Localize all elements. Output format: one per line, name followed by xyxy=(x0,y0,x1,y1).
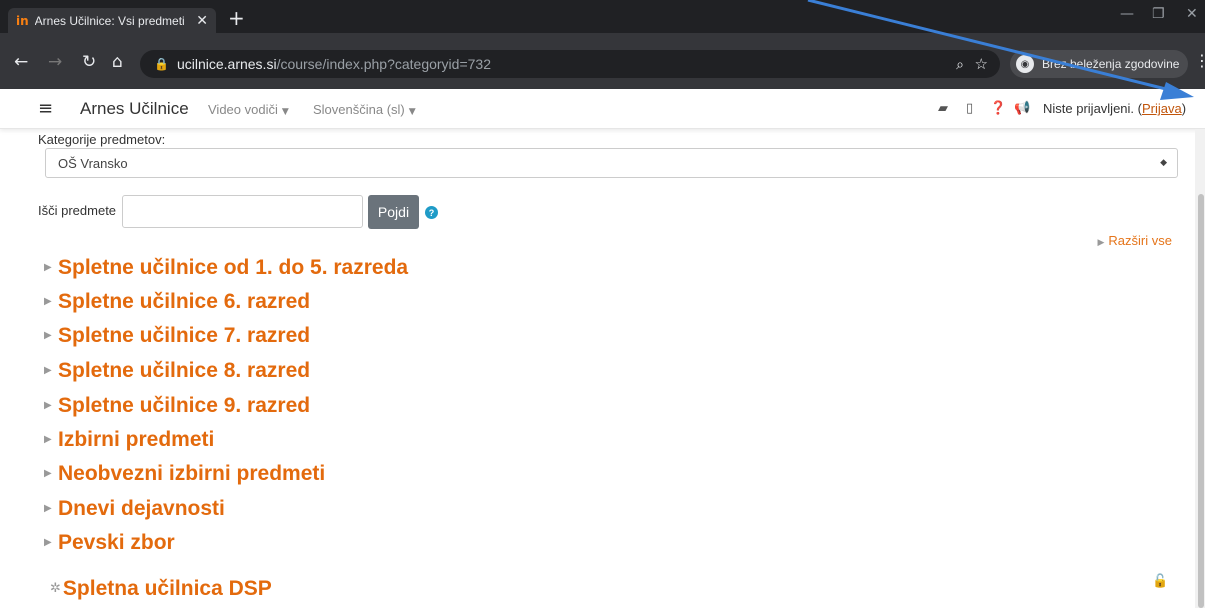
go-button[interactable]: Pojdi xyxy=(368,195,419,229)
triangle-right-icon: ▶ xyxy=(44,330,52,341)
moodle-favicon-icon: in xyxy=(16,13,29,28)
triangle-right-icon: ▶ xyxy=(44,262,52,273)
category-item[interactable]: ▶ Dnevi dejavnosti xyxy=(44,497,225,521)
category-name: Neobvezni izbirni predmeti xyxy=(58,462,326,485)
mobile-icon[interactable]: ▯ xyxy=(966,101,973,116)
expand-all-label: Razširi vse xyxy=(1108,233,1172,248)
close-tab-icon[interactable]: ✕ xyxy=(196,12,208,29)
caret-down-icon: ▼ xyxy=(408,107,416,117)
category-name: Spletne učilnice 6. razred xyxy=(58,290,311,313)
address-bar[interactable]: 🔒 ucilnice.arnes.si /course/index.php?ca… xyxy=(140,50,1000,78)
home-icon[interactable]: ⌂ xyxy=(112,52,123,72)
hamburger-menu-icon[interactable]: ≡ xyxy=(38,98,53,119)
category-item[interactable]: ▶ Spletne učilnice 9. razred xyxy=(44,394,310,418)
incognito-icon: ◉ xyxy=(1016,55,1034,73)
category-label: Kategorije predmetov: xyxy=(38,132,166,147)
language-menu[interactable]: Slovenščina (sl) ▼ xyxy=(313,102,416,117)
minimize-icon[interactable]: — xyxy=(1120,6,1134,22)
page-scrollbar[interactable] xyxy=(1195,129,1205,608)
incognito-label: Brez beleženja zgodovine xyxy=(1042,57,1180,71)
close-window-icon[interactable]: ✕ xyxy=(1186,6,1198,22)
category-name: Spletne učilnice 9. razred xyxy=(58,394,311,417)
category-name: Pevski zbor xyxy=(58,531,175,554)
course-item[interactable]: ✲Spletna učilnica DSP xyxy=(50,577,272,601)
category-item[interactable]: ▶ Spletne učilnice od 1. do 5. razreda xyxy=(44,256,408,280)
triangle-right-icon: ▶ xyxy=(44,503,52,514)
expand-all-link[interactable]: ▶ Razširi vse xyxy=(1098,233,1173,248)
category-item[interactable]: ▶ Spletne učilnice 8. razred xyxy=(44,359,310,383)
login-link[interactable]: Prijava xyxy=(1142,101,1182,116)
page-content: Kategorije predmetov: OŠ Vransko ◆ Išči … xyxy=(0,129,1205,608)
language-label: Slovenščina (sl) xyxy=(313,102,405,117)
megaphone-icon[interactable]: 📢 xyxy=(1014,101,1030,116)
search-label: Išči predmete xyxy=(38,203,117,218)
course-puzzle-icon: ✲ xyxy=(50,581,61,596)
close-paren: ) xyxy=(1181,101,1187,116)
category-item[interactable]: ▶ Spletne učilnice 7. razred xyxy=(44,324,310,348)
video-guides-label: Video vodiči xyxy=(208,102,278,117)
forward-icon[interactable]: → xyxy=(48,52,62,72)
scrollbar-thumb[interactable] xyxy=(1198,194,1204,608)
video-guides-menu[interactable]: Video vodiči ▼ xyxy=(208,102,289,117)
new-tab-icon[interactable]: + xyxy=(228,6,245,30)
category-item[interactable]: ▶ Spletne učilnice 6. razred xyxy=(44,290,310,314)
site-navbar: ≡ Arnes Učilnice Video vodiči ▼ Slovenšči… xyxy=(0,89,1205,129)
lock-icon: 🔒 xyxy=(154,57,169,71)
triangle-right-icon: ▶ xyxy=(44,296,52,307)
browser-tab-bar: in Arnes Učilnice: Vsi predmeti ✕ + — ❐ … xyxy=(0,0,1205,33)
category-item[interactable]: ▶ Pevski zbor xyxy=(44,531,175,555)
category-select[interactable]: OŠ Vransko ◆ xyxy=(45,148,1178,178)
triangle-right-icon: ▶ xyxy=(44,537,52,548)
triangle-right-icon: ▶ xyxy=(1097,238,1105,248)
url-path: /course/index.php?categoryid=732 xyxy=(276,56,491,72)
triangle-right-icon: ▶ xyxy=(44,434,52,445)
url-host: ucilnice.arnes.si xyxy=(176,56,277,72)
unlock-icon: 🔓 xyxy=(1152,574,1169,589)
incognito-badge[interactable]: ◉ Brez beleženja zgodovine xyxy=(1010,50,1188,78)
category-name: Spletne učilnice 8. razred xyxy=(58,359,311,382)
category-name: Izbirni predmeti xyxy=(58,428,215,451)
back-icon[interactable]: ← xyxy=(14,52,28,72)
triangle-right-icon: ▶ xyxy=(44,400,52,411)
select-arrows-icon: ◆ xyxy=(1160,158,1167,168)
book-icon[interactable]: ▰ xyxy=(938,101,948,116)
course-search-input[interactable] xyxy=(122,195,363,228)
tab-title: Arnes Učilnice: Vsi predmeti xyxy=(34,13,185,28)
login-message: Niste prijavljeni. (Prijava) xyxy=(1043,101,1186,116)
category-item[interactable]: ▶ Neobvezni izbirni predmeti xyxy=(44,462,325,486)
help-circle-icon[interactable]: ? xyxy=(425,206,438,219)
restore-icon[interactable]: ❐ xyxy=(1152,6,1165,22)
not-logged-in-text: Niste prijavljeni. ( xyxy=(1043,101,1142,116)
category-name: Dnevi dejavnosti xyxy=(58,497,225,520)
triangle-right-icon: ▶ xyxy=(44,468,52,479)
category-item[interactable]: ▶ Izbirni predmeti xyxy=(44,428,214,452)
course-name: Spletna učilnica DSP xyxy=(62,577,272,600)
zoom-icon[interactable]: ⌕ xyxy=(956,56,964,73)
category-name: Spletne učilnice od 1. do 5. razreda xyxy=(58,256,409,279)
browser-tab[interactable]: in Arnes Učilnice: Vsi predmeti ✕ xyxy=(8,8,216,33)
site-brand[interactable]: Arnes Učilnice xyxy=(80,99,189,119)
bookmark-star-icon[interactable]: ☆ xyxy=(975,55,988,73)
reload-icon[interactable]: ↻ xyxy=(82,52,96,72)
browser-menu-icon[interactable]: ⋮ xyxy=(1194,51,1205,70)
browser-toolbar: ← → ↻ ⌂ 🔒 ucilnice.arnes.si /course/inde… xyxy=(0,33,1205,89)
help-icon[interactable]: ❓ xyxy=(990,101,1006,116)
category-name: Spletne učilnice 7. razred xyxy=(58,324,311,347)
caret-down-icon: ▼ xyxy=(281,107,289,117)
triangle-right-icon: ▶ xyxy=(44,365,52,376)
category-selected-value: OŠ Vransko xyxy=(58,155,128,171)
